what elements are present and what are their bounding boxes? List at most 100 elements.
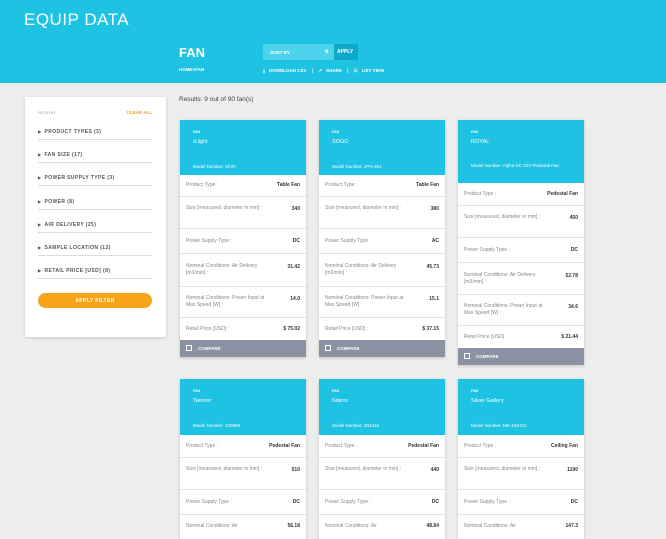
breadcrumb[interactable]: HOME>FAN	[179, 67, 204, 72]
filter-retail-price[interactable]: ▶ RETAIL PRICE [USD] (8)	[38, 263, 152, 279]
spec-label: Nominal Conditions: Power Input at Max S…	[325, 295, 404, 308]
card-header: FAN SOGO Model Number: JPN-361	[319, 120, 445, 175]
checkbox-icon	[464, 353, 470, 359]
spec-row-product-type: Product Type : Pedestal Fan	[180, 435, 306, 458]
spec-row-power-supply: Power Supply Type : DC	[458, 490, 584, 515]
spec-label: Product Type :	[186, 443, 219, 449]
product-card[interactable]: FAN SOGO Model Number: JPN-361 Product T…	[319, 120, 445, 357]
card-header: FAN d.light Model Number: SF20	[180, 120, 306, 175]
card-category-label: FAN	[332, 389, 339, 393]
results-count: Results: 9 out of 90 fan(s)	[179, 96, 254, 103]
spec-label: Nominal Conditions: Air	[325, 523, 377, 529]
spec-row-retail-price: Retail Price [USD] : $ 21.44	[458, 326, 584, 348]
card-model: Model Number: 204418	[332, 423, 380, 428]
spec-value: $ 75.02	[283, 326, 300, 332]
product-card[interactable]: FAN ROYAL Model Number: Alpha DC 12V Ped…	[458, 120, 584, 365]
card-brand[interactable]: d.light	[193, 139, 208, 145]
spec-label: Size [measured, diameter in mm] :	[186, 205, 263, 211]
filter-power[interactable]: ▶ POWER (8)	[38, 194, 152, 210]
filter-label: AIR DELIVERY (25)	[44, 222, 97, 228]
product-card[interactable]: FAN Tamoor Model Number: 120950 Product …	[180, 379, 306, 539]
filter-label: PRODUCT TYPES (3)	[44, 129, 102, 135]
spec-label: Power Supply Type :	[464, 499, 510, 505]
filter-by-label: FILTER BY	[38, 111, 56, 115]
filter-sample-location[interactable]: ▶ SAMPLE LOCATION (12)	[38, 240, 152, 256]
share-button[interactable]: SHARE	[326, 68, 342, 73]
spec-label: Retail Price [USD] :	[325, 326, 369, 332]
compare-checkbox[interactable]: COMPARE	[180, 340, 306, 357]
card-brand[interactable]: Silver Gallery	[471, 398, 504, 404]
card-brand[interactable]: Tamoor	[193, 398, 211, 404]
spec-label: Product Type :	[325, 443, 358, 449]
spec-value: Table Fan	[416, 182, 439, 188]
spec-label: Nominal Conditions: Air	[464, 523, 516, 529]
compare-checkbox[interactable]: COMPARE	[319, 340, 445, 357]
top-header: EQUIP DATA FAN HOME>FAN SORT BY ⇅ APPLY …	[0, 0, 666, 83]
spec-row-air-delivery: Nominal Conditions: Air 56.18	[180, 515, 306, 539]
checkbox-icon	[186, 345, 192, 351]
product-card[interactable]: FAN Silver Gallery Model Number: ME-103-…	[458, 379, 584, 539]
spec-value: DC	[292, 499, 300, 505]
spec-value: DC	[570, 499, 578, 505]
share-icon: ↗	[318, 68, 323, 73]
spec-value: $ 37.15	[422, 326, 439, 332]
caret-right-icon: ▶	[38, 175, 42, 180]
spec-row-product-type: Product Type : Pedestal Fan	[458, 183, 584, 206]
spec-value: Table Fan	[277, 182, 300, 188]
spec-row-power-supply: Power Supply Type : DC	[319, 490, 445, 515]
filter-air-delivery[interactable]: ▶ AIR DELIVERY (25)	[38, 217, 152, 233]
card-category-label: FAN	[471, 389, 478, 393]
spec-value: Pedestal Fan	[269, 443, 300, 449]
checkbox-icon	[325, 345, 331, 351]
card-header: FAN Starco Model Number: 204418	[319, 379, 445, 435]
spec-label: Product Type :	[186, 182, 219, 188]
compare-checkbox[interactable]: COMPARE	[458, 348, 584, 365]
sort-icon: ⇅	[324, 49, 329, 55]
spec-value: 56.18	[287, 523, 300, 529]
compare-label: COMPARE	[476, 354, 499, 359]
spec-value: 1190	[567, 467, 578, 473]
spec-label: Retail Price [USD] :	[186, 326, 230, 332]
spec-row-size: Size [measured, diameter in mm] : 380	[319, 197, 445, 229]
filter-fan-size[interactable]: ▶ FAN SIZE (17)	[38, 147, 152, 163]
card-brand[interactable]: ROYAL	[471, 139, 489, 145]
card-header: FAN ROYAL Model Number: Alpha DC 12V Ped…	[458, 120, 584, 183]
apply-sort-button[interactable]: APPLY	[334, 44, 358, 60]
clear-all-link[interactable]: CLEAR ALL	[127, 110, 152, 115]
card-model: Model Number: 120950	[193, 423, 241, 428]
filter-product-types[interactable]: ▶ PRODUCT TYPES (3)	[38, 124, 152, 140]
card-model: Model Number: ME-103-DC	[471, 423, 527, 428]
spec-value: DC	[431, 499, 439, 505]
spec-row-size: Size [measured, diameter in mm] : 1190	[458, 458, 584, 490]
card-brand[interactable]: Starco	[332, 398, 348, 404]
filter-power-supply-type[interactable]: ▶ POWER SUPPLY TYPE (3)	[38, 170, 152, 186]
spec-value: Ceiling Fan	[551, 443, 578, 449]
spec-label: Size [measured, diameter in mm] :	[325, 466, 402, 472]
spec-value: 380	[430, 206, 439, 212]
spec-value: 440	[430, 467, 439, 473]
card-category-label: FAN	[193, 389, 200, 393]
spec-label: Power Supply Type :	[325, 499, 371, 505]
spec-value: 510	[291, 467, 300, 473]
product-card[interactable]: FAN Starco Model Number: 204418 Product …	[319, 379, 445, 539]
spec-row-power-supply: Power Supply Type : DC	[180, 229, 306, 254]
card-brand[interactable]: SOGO	[332, 139, 349, 145]
spec-value: Pedestal Fan	[547, 191, 578, 197]
spec-label: Nominal Conditions: Air	[186, 523, 238, 529]
spec-label: Power Supply Type :	[325, 238, 371, 244]
spec-value: 45.73	[426, 264, 439, 270]
list-view-button[interactable]: LIST VIEW	[362, 68, 385, 73]
toolbar-actions: ⤓ DOWNLOAD CSV | ↗ SHARE | ☷ LIST VIEW	[263, 68, 388, 74]
spec-value: AC	[431, 238, 439, 244]
product-card[interactable]: FAN d.light Model Number: SF20 Product T…	[180, 120, 306, 357]
apply-filter-button[interactable]: APPLY FILTER	[38, 293, 152, 308]
card-header: FAN Silver Gallery Model Number: ME-103-…	[458, 379, 584, 435]
spec-label: Power Supply Type :	[186, 238, 232, 244]
list-view-icon: ☷	[353, 68, 358, 73]
spec-row-product-type: Product Type : Ceiling Fan	[458, 435, 584, 458]
page-title: FAN	[179, 45, 205, 60]
download-csv-button[interactable]: DOWNLOAD CSV	[269, 68, 307, 73]
sort-by-select[interactable]: SORT BY ⇅	[263, 44, 334, 60]
filter-label: RETAIL PRICE [USD] (8)	[44, 268, 111, 274]
site-logo[interactable]: EQUIP DATA	[24, 10, 129, 30]
